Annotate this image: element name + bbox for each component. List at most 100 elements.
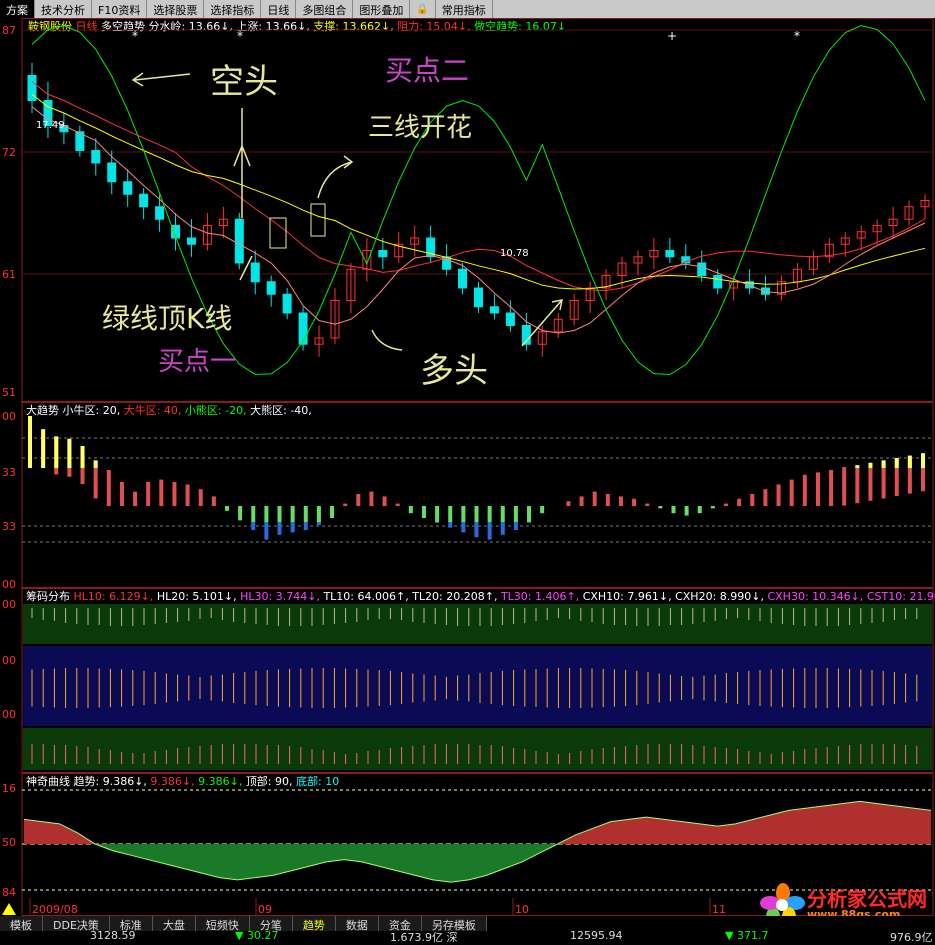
chips-header-part-0: 筹码分布 [26, 589, 74, 603]
logo-text: 分析家公式网 [807, 889, 927, 909]
trend-bar [422, 506, 426, 518]
main-axis-label-1: 72 [2, 146, 16, 159]
toolbar-item-7[interactable]: 图形叠加 [353, 0, 410, 18]
toolbar-item-6[interactable]: 多图组合 [296, 0, 353, 18]
trend-bar [291, 506, 295, 522]
toolbar-item-2[interactable]: F10资料 [92, 0, 147, 18]
chips-header-part-2: HL20: 5.101↓, [157, 590, 240, 603]
trend-bar [501, 506, 505, 522]
trend-bar [186, 484, 190, 506]
marker-0: * [132, 29, 138, 43]
magic-header-part-3: 9.386↓, [198, 775, 246, 788]
magic-header: 神奇曲线 趋势: 9.386↓, 9.386↓, 9.386↓, 顶部: 90,… [26, 774, 339, 788]
candle-body [283, 294, 291, 313]
status-bar: 3128.59▼ 30.271.673.9亿 深12595.94▼ 371.79… [0, 931, 935, 943]
candle-body [140, 194, 148, 207]
chips-header-part-10: CST10: 21.90 [867, 590, 935, 603]
tab-3[interactable]: 大盘 [153, 916, 196, 931]
chips-header-part-9: CXH30: 10.346↓, [767, 590, 866, 603]
trend-header: 大趋势 小牛区: 20, 大牛区: 40, 小熊区: -20, 大熊区: -40… [26, 403, 312, 417]
trend-bar [133, 492, 137, 506]
tab-bar: 模板DDE决策标准大盘短频快分笔趋势数据资金另存模板 [0, 916, 935, 931]
main-toolbar: 方案技术分析F10资料选择股票选择指标日线多图组合图形叠加 🔒 常用指标 [0, 0, 935, 18]
candle-body [714, 276, 722, 289]
trend-bar-bottom [264, 522, 268, 540]
trend-axis-label-0: 00 [2, 410, 16, 423]
trend-bar-bottom [435, 522, 439, 523]
tab-0[interactable]: 模板 [0, 916, 43, 931]
main-header-part-7: 做空趋势: 16.07↓ [474, 19, 566, 33]
trend-bar-bottom [527, 522, 531, 523]
chips-header-part-5: TL20: 20.208↑, [411, 590, 501, 603]
trend-bar-top [921, 453, 925, 468]
trend-bar-bottom [488, 522, 492, 540]
trend-bar [251, 506, 255, 522]
status-value-1: ▼ 30.27 [235, 929, 278, 942]
toolbar-item-3[interactable]: 选择股票 [147, 0, 204, 18]
chips-header-part-8: CXH20: 8.990↓, [675, 590, 767, 603]
lock-icon: 🔒 [416, 4, 428, 15]
trend-bar [199, 489, 203, 506]
trend-bar-top [868, 463, 872, 468]
trend-bar [540, 506, 544, 513]
trend-bar [619, 496, 623, 506]
toolbar-item-1[interactable]: 技术分析 [35, 0, 92, 18]
chips-band-mid [23, 646, 932, 726]
trend-bar-top [94, 460, 98, 468]
chips-axis-label-0: 00 [2, 598, 16, 611]
toolbar-item-8[interactable]: 🔒 [410, 0, 435, 18]
main-header: 鞍钢股份 日线 多空趋势 分水岭: 13.66↓, 上涨: 13.66↓, 支撑… [28, 19, 566, 33]
trend-bar-bottom [514, 522, 518, 530]
candle-body [475, 288, 483, 307]
main-axis-label-0: 87 [2, 24, 16, 37]
candle-body [299, 313, 307, 344]
trend-bar [488, 506, 492, 522]
trend-bar [842, 468, 846, 506]
chips-band-top [23, 604, 932, 644]
annotation-4: 买点一 [158, 347, 236, 377]
warning-icon [2, 903, 16, 915]
trend-bar-top [28, 416, 32, 468]
date-label-1: 09 [258, 903, 272, 916]
trend-bar [435, 506, 439, 522]
bottom-panel: 模板DDE决策标准大盘短频快分笔趋势数据资金另存模板 3128.59▼ 30.2… [0, 916, 935, 943]
trend-bar-bottom [278, 522, 282, 535]
trend-bar-top [54, 436, 58, 468]
magic-axis-label-2: 84 [2, 886, 16, 899]
trend-bar [829, 470, 833, 506]
main-header-part-2: 多空趋势 [101, 19, 149, 33]
toolbar-item-9[interactable]: 常用指标 [436, 0, 493, 18]
annotation-3: 绿线顶K线 [102, 302, 232, 335]
trend-header-part-4: 大熊区: -40, [250, 403, 312, 417]
highlight-box-1 [311, 204, 325, 236]
trend-bar [330, 506, 334, 518]
marker-1: * [237, 29, 243, 43]
trend-bar [172, 482, 176, 506]
status-value-4: ▼ 371.7 [725, 929, 768, 942]
toolbar-item-5[interactable]: 日线 [261, 0, 296, 18]
annotation-1: 买点二 [385, 54, 469, 87]
tab-6[interactable]: 趋势 [293, 916, 336, 931]
toolbar-item-0[interactable]: 方案 [0, 0, 35, 18]
date-label-2: 10 [515, 903, 529, 916]
chips-header-part-7: CXH10: 7.961↓, [583, 590, 675, 603]
trend-bar-top [908, 456, 912, 468]
tab-7[interactable]: 数据 [336, 916, 379, 931]
trend-bar [159, 480, 163, 506]
candle-body [235, 219, 243, 263]
trend-bar [369, 492, 373, 506]
trend-bar [278, 506, 282, 522]
magic-header-part-5: 底部: 10 [296, 774, 339, 788]
trend-bar [606, 494, 610, 506]
chips-header-part-6: TL30: 1.406↑, [500, 590, 583, 603]
candle-body [156, 207, 164, 220]
candle-body [267, 282, 275, 295]
trend-bar-bottom [461, 522, 465, 532]
trend-bar [593, 492, 597, 506]
trend-bar [632, 499, 636, 506]
arrow-annotation-2 [318, 156, 352, 198]
magic-area-positive [24, 801, 931, 844]
trend-bar [724, 504, 728, 506]
trend-bar [711, 506, 715, 508]
toolbar-item-4[interactable]: 选择指标 [204, 0, 261, 18]
